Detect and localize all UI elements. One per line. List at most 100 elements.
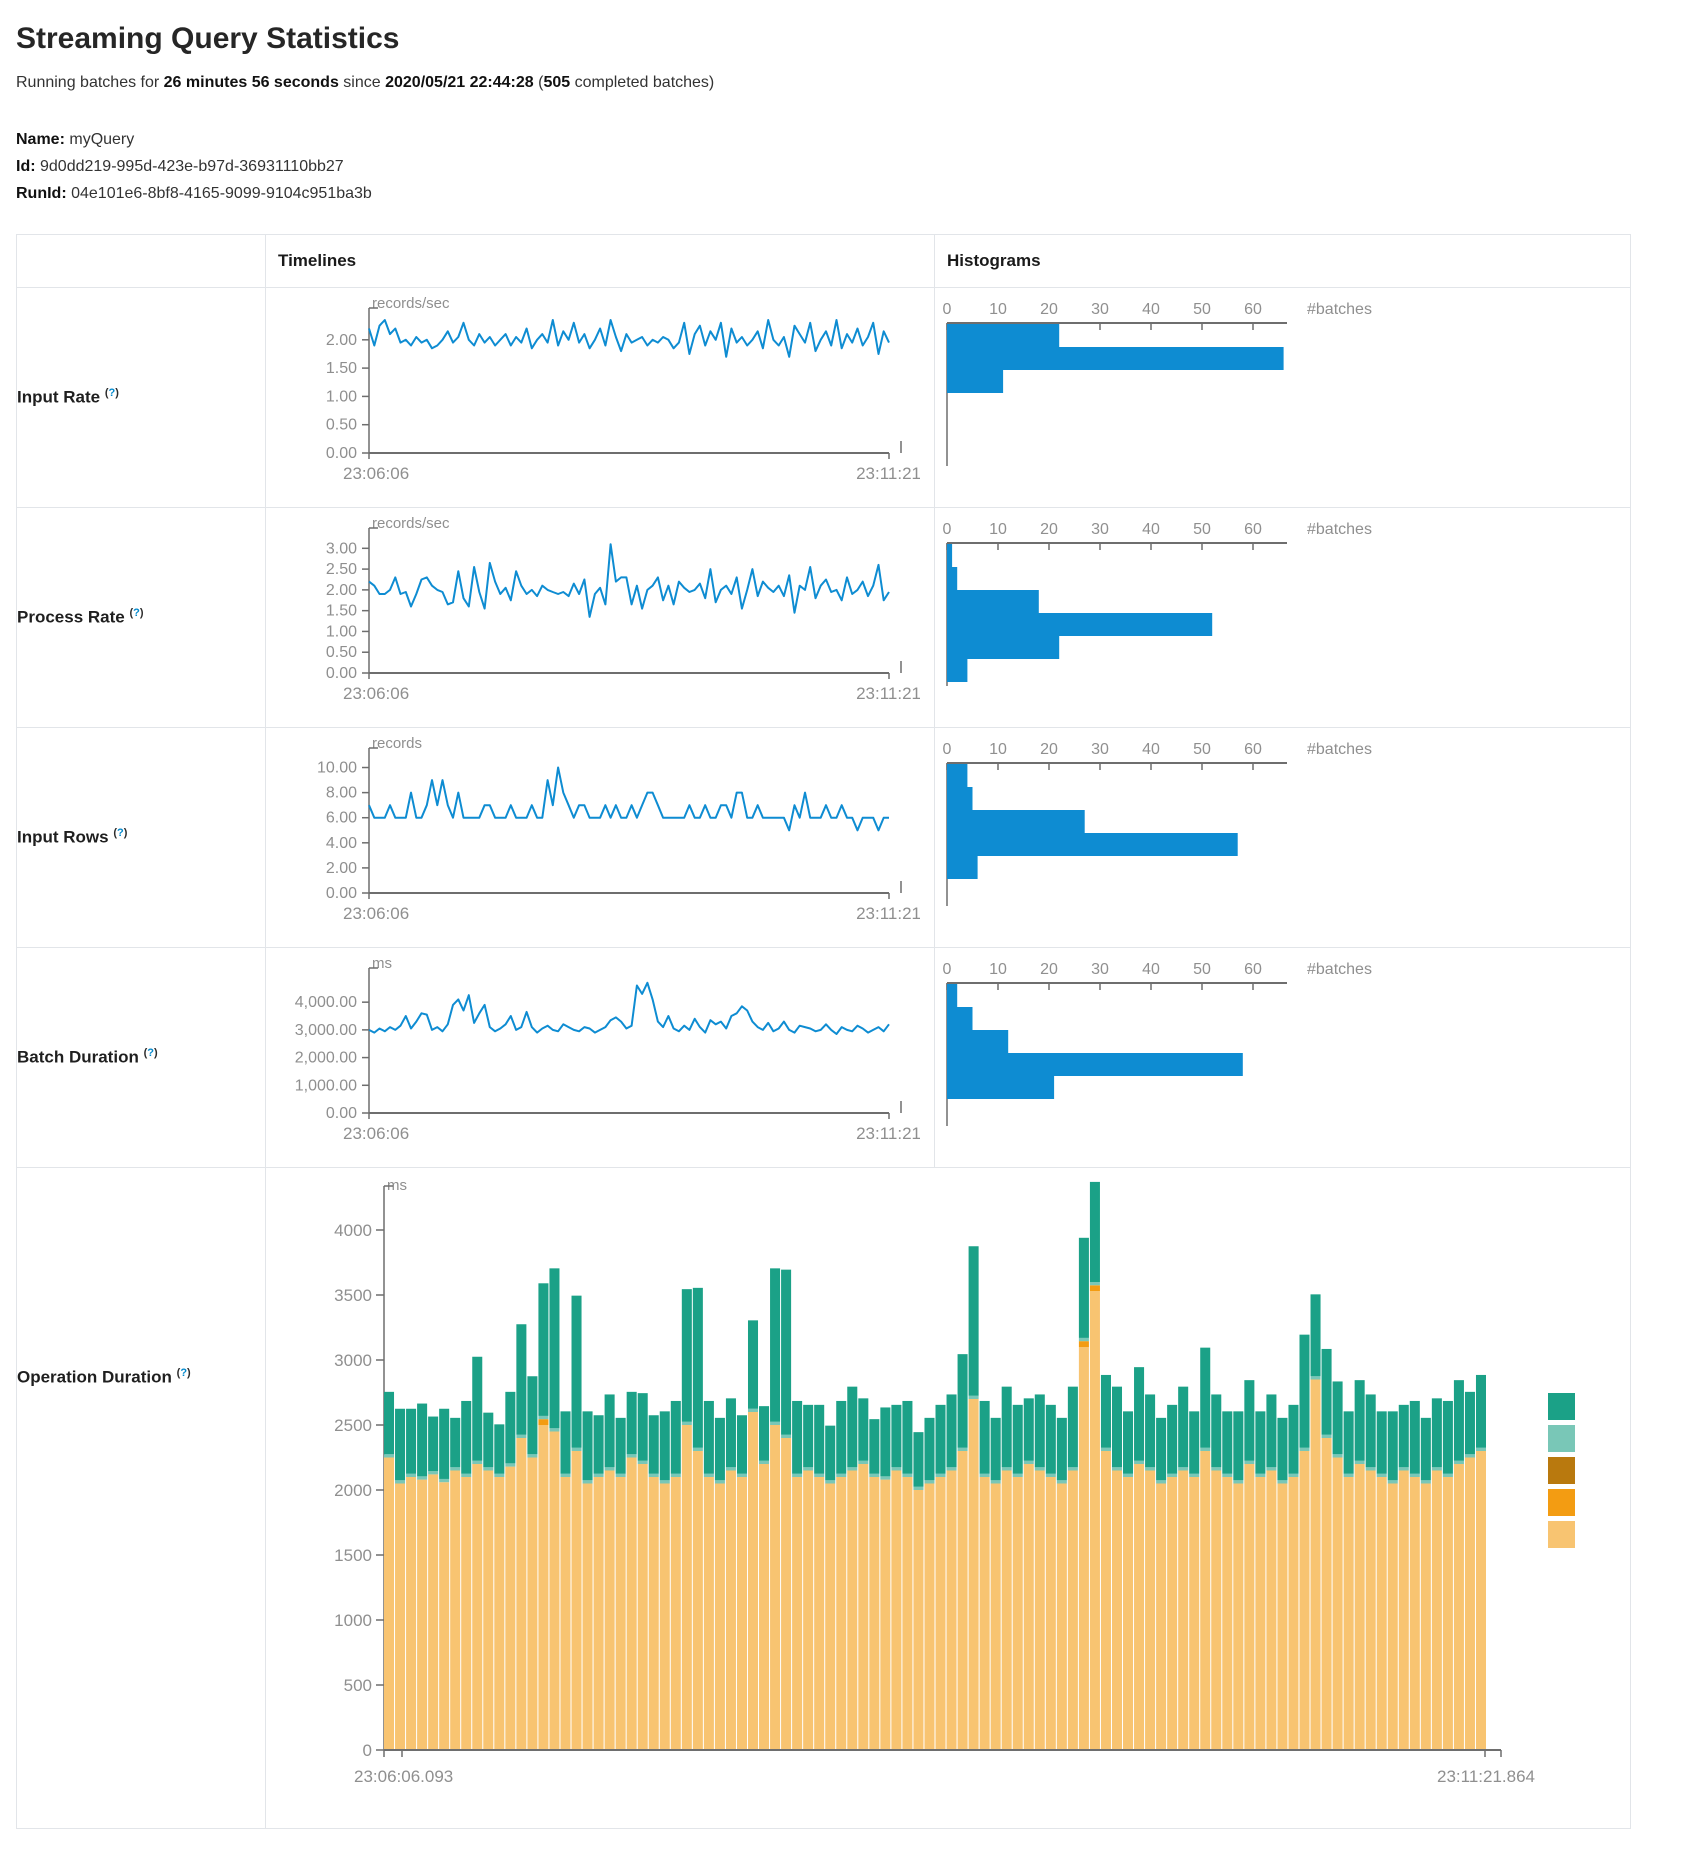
svg-text:30: 30 xyxy=(1091,301,1109,318)
completed-suffix: completed batches) xyxy=(575,74,715,91)
svg-text:1,000.00: 1,000.00 xyxy=(295,1077,357,1094)
svg-text:60: 60 xyxy=(1244,521,1262,538)
svg-text:23:06:06: 23:06:06 xyxy=(343,464,409,483)
svg-text:1.50: 1.50 xyxy=(326,602,357,619)
input-rate-label-cell: Input Rate (?) xyxy=(17,287,266,507)
input-rate-timeline-chart: records/sec2.001.501.000.500.0023:06:062… xyxy=(266,287,935,507)
svg-text:#batches: #batches xyxy=(1307,741,1372,758)
svg-text:1.00: 1.00 xyxy=(326,388,357,405)
input-rate-histogram-chart: 0102030405060#batches xyxy=(935,287,1631,507)
svg-text:1500: 1500 xyxy=(334,1546,372,1565)
svg-text:50: 50 xyxy=(1193,521,1211,538)
process-rate-timeline-chart: records/sec3.002.502.001.501.000.500.002… xyxy=(266,507,935,727)
svg-text:0.00: 0.00 xyxy=(326,1105,357,1122)
svg-text:30: 30 xyxy=(1091,961,1109,978)
svg-text:0: 0 xyxy=(943,521,952,538)
svg-text:23:11:21: 23:11:21 xyxy=(856,904,920,923)
svg-text:23:06:06.093: 23:06:06.093 xyxy=(354,1767,453,1786)
svg-text:23:06:06: 23:06:06 xyxy=(343,684,409,703)
query-runid-line: RunId: 04e101e6-8bf8-4165-9099-9104c951b… xyxy=(16,180,1677,207)
query-runid-label: RunId: xyxy=(16,185,67,202)
legend-swatch-4 xyxy=(1548,1489,1575,1516)
svg-text:3500: 3500 xyxy=(334,1286,372,1305)
svg-text:10: 10 xyxy=(989,521,1007,538)
svg-text:10: 10 xyxy=(989,301,1007,318)
batch-duration-help-icon[interactable]: (?) xyxy=(144,1047,158,1059)
svg-text:23:11:21: 23:11:21 xyxy=(856,684,920,703)
svg-text:60: 60 xyxy=(1244,301,1262,318)
query-meta: Name: myQuery Id: 9d0dd219-995d-423e-b97… xyxy=(16,126,1677,208)
table-header-row: Timelines Histograms xyxy=(17,234,1631,287)
start-time: 2020/05/21 22:44:28 xyxy=(385,74,534,91)
process-rate-histogram-chart: 0102030405060#batches xyxy=(935,507,1631,727)
svg-text:10: 10 xyxy=(989,961,1007,978)
running-prefix: Running batches for xyxy=(16,74,159,91)
batch-duration-row: Batch Duration (?) ms4,000.003,000.002,0… xyxy=(17,947,1631,1167)
input-rows-timeline-chart: records10.008.006.004.002.000.0023:06:06… xyxy=(266,727,935,947)
query-id-value: 9d0dd219-995d-423e-b97d-36931110bb27 xyxy=(40,158,344,175)
svg-text:3.00: 3.00 xyxy=(326,540,357,557)
statistics-table: Timelines Histograms Input Rate (?) reco… xyxy=(16,234,1631,1829)
input-rate-help-icon[interactable]: (?) xyxy=(105,387,119,399)
svg-text:40: 40 xyxy=(1142,301,1160,318)
svg-text:4,000.00: 4,000.00 xyxy=(295,994,357,1011)
svg-text:0.00: 0.00 xyxy=(326,665,357,682)
svg-text:40: 40 xyxy=(1142,961,1160,978)
svg-text:2500: 2500 xyxy=(334,1416,372,1435)
operation-duration-help-icon[interactable]: (?) xyxy=(177,1367,191,1379)
svg-text:2.00: 2.00 xyxy=(326,581,357,598)
process-rate-help-icon[interactable]: (?) xyxy=(129,607,143,619)
svg-text:0: 0 xyxy=(363,1741,372,1760)
legend-swatch-1 xyxy=(1548,1393,1575,1420)
svg-text:23:06:06: 23:06:06 xyxy=(343,904,409,923)
completed-batches-count: 505 xyxy=(543,74,570,91)
process-rate-row: Process Rate (?) records/sec3.002.502.00… xyxy=(17,507,1631,727)
input-rows-help-icon[interactable]: (?) xyxy=(113,827,127,839)
svg-text:60: 60 xyxy=(1244,741,1262,758)
svg-text:0.00: 0.00 xyxy=(326,885,357,902)
input-rate-row: Input Rate (?) records/sec 2.00 1.50 1.00 0.… xyxy=(17,287,1631,507)
svg-text:40: 40 xyxy=(1142,521,1160,538)
svg-text:records: records xyxy=(372,735,422,752)
svg-text:2,000.00: 2,000.00 xyxy=(295,1049,357,1066)
svg-text:50: 50 xyxy=(1193,741,1211,758)
input-rows-histogram-chart: 0102030405060#batches xyxy=(935,727,1631,947)
header-histograms: Histograms xyxy=(935,234,1631,287)
svg-text:records/sec: records/sec xyxy=(372,515,450,532)
operation-duration-chart: ms4000350030002500200015001000500023:06:… xyxy=(266,1167,1631,1828)
svg-text:4.00: 4.00 xyxy=(326,834,357,851)
legend-swatch-5 xyxy=(1548,1521,1575,1548)
svg-text:20: 20 xyxy=(1040,301,1058,318)
svg-text:50: 50 xyxy=(1193,301,1211,318)
svg-text:1.50: 1.50 xyxy=(326,360,357,377)
batch-duration-timeline-chart: ms4,000.003,000.002,000.001,000.000.0023… xyxy=(266,947,935,1167)
svg-text:8.00: 8.00 xyxy=(326,784,357,801)
legend-swatch-2 xyxy=(1548,1425,1575,1452)
page-title: Streaming Query Statistics xyxy=(16,22,1677,56)
svg-text:0: 0 xyxy=(943,741,952,758)
query-name-line: Name: myQuery xyxy=(16,126,1677,153)
svg-text:23:06:06: 23:06:06 xyxy=(343,1124,409,1143)
svg-text:20: 20 xyxy=(1040,961,1058,978)
operation-duration-label: Operation Duration xyxy=(17,1368,172,1387)
svg-text:23:11:21: 23:11:21 xyxy=(856,1124,920,1143)
svg-text:10: 10 xyxy=(989,741,1007,758)
input-rate-label: Input Rate xyxy=(17,387,100,406)
svg-text:0.00: 0.00 xyxy=(326,445,357,462)
since-word: since xyxy=(343,74,380,91)
query-name-value: myQuery xyxy=(69,131,134,148)
svg-text:60: 60 xyxy=(1244,961,1262,978)
svg-text:records/sec: records/sec xyxy=(372,295,450,312)
svg-text:2000: 2000 xyxy=(334,1481,372,1500)
svg-text:6.00: 6.00 xyxy=(326,809,357,826)
svg-text:#batches: #batches xyxy=(1307,521,1372,538)
svg-text:2.00: 2.00 xyxy=(326,331,357,348)
svg-text:1.00: 1.00 xyxy=(326,623,357,640)
svg-text:2.50: 2.50 xyxy=(326,561,357,578)
header-empty-cell xyxy=(17,234,266,287)
svg-text:500: 500 xyxy=(344,1676,372,1695)
operation-duration-label-cell: Operation Duration (?) xyxy=(17,1167,266,1828)
svg-text:0.50: 0.50 xyxy=(326,416,357,433)
svg-text:40: 40 xyxy=(1142,741,1160,758)
svg-text:2.00: 2.00 xyxy=(326,859,357,876)
